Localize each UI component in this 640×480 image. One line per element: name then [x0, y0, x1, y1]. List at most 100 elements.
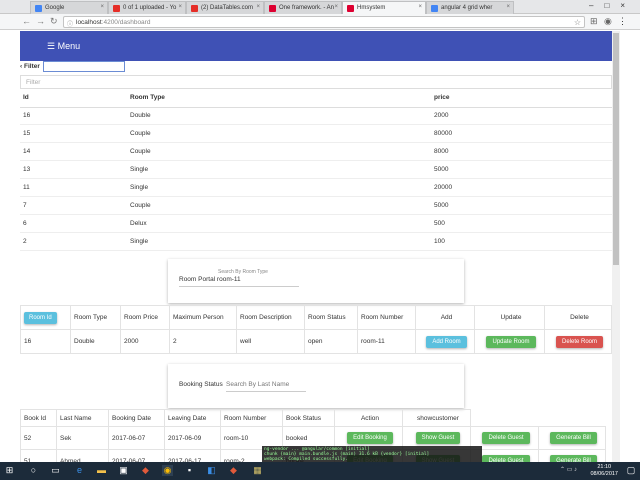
browser-tab[interactable]: angular 4 grid wher × [426, 1, 514, 14]
app-icon[interactable]: ◆ [228, 465, 239, 476]
angular-favicon-icon [347, 5, 354, 12]
generate-bill-button[interactable]: Generate Bill [550, 432, 597, 444]
browser-tab[interactable]: 0 of 1 uploaded - Yo × [108, 1, 186, 14]
close-tab-icon[interactable]: × [100, 4, 104, 10]
close-tab-icon[interactable]: × [506, 4, 510, 10]
column-header-room-number: Room Number [220, 409, 283, 427]
system-tray-icons[interactable]: ⌃ ▭ ♪ [560, 466, 577, 473]
browser-tab[interactable]: (2) DataTables.com × [186, 1, 264, 14]
store-icon[interactable]: ▣ [118, 465, 129, 476]
room-search-label: Search By Room Type [218, 269, 268, 275]
room-table: Room Id Room Type Room Price Maximum Per… [20, 305, 612, 354]
column-header-room-price: Room Price [120, 305, 170, 330]
column-header-id: Id [20, 89, 127, 108]
input-underline [179, 286, 299, 287]
column-header-last-name: Last Name [56, 409, 109, 427]
app-icon[interactable]: ▦ [252, 465, 263, 476]
edge-icon[interactable]: e [74, 465, 85, 476]
add-room-button[interactable]: Add Room [426, 335, 467, 348]
table-row[interactable]: 11 Single 20000 [20, 178, 612, 197]
room-search-card: Search By Room Type Room Portal room-11 [168, 259, 464, 303]
column-header-book-status: Book Status [282, 409, 335, 427]
vscode-icon[interactable]: ◧ [206, 465, 217, 476]
taskbar-clock[interactable]: 21:10 08/06/2017 [590, 464, 618, 478]
terminal-icon[interactable]: ▪ [184, 465, 195, 476]
input-underline [226, 391, 306, 392]
chrome-icon[interactable]: ◉ [162, 465, 173, 476]
page-content: ☰ Menu ‹ Filter Filter Id Room Type pric… [20, 31, 612, 462]
browser-tab[interactable]: One framework. - An × [264, 1, 342, 14]
close-tab-icon[interactable]: × [256, 4, 260, 10]
close-tab-icon[interactable]: × [178, 4, 182, 10]
table-row[interactable]: 16 Double 2000 [20, 107, 612, 126]
column-header-room-number: Room Number [357, 305, 416, 330]
generate-bill-button[interactable]: Generate Bill [550, 455, 597, 462]
close-tab-icon[interactable]: × [334, 4, 338, 10]
edit-booking-button[interactable]: Edit Booking [347, 432, 393, 444]
delete-guest-button[interactable]: Delete Guest [482, 455, 530, 462]
booking-status-label: Booking Status [179, 381, 223, 388]
menu-label: Menu [57, 41, 81, 51]
address-bar[interactable]: ⓘ localhost:4200/dashboard ☆ [63, 16, 585, 28]
table-row[interactable]: 15 Couple 80000 [20, 124, 612, 144]
last-name-search-input[interactable]: Search By Last Name [226, 381, 289, 388]
bookmark-star-icon[interactable]: ☆ [574, 18, 581, 27]
browser-tab-strip: Google × 0 of 1 uploaded - Yo × (2) DataTa… [0, 0, 640, 14]
info-icon: ⓘ [67, 22, 74, 28]
browser-tab-active[interactable]: Hmsystem × [342, 1, 426, 14]
task-view-icon[interactable]: ▭ [50, 465, 61, 476]
column-header-booking-date: Booking Date [108, 409, 165, 427]
terminal-overlay: ng-vendor ... @angular/common [initial] … [262, 446, 482, 462]
column-header-book-id: Book Id [20, 409, 57, 427]
column-header-leaving-date: Leaving Date [164, 409, 221, 427]
table-row[interactable]: 2 Single 100 [20, 232, 612, 251]
scrollbar-thumb[interactable] [613, 33, 619, 265]
windows-start-icon[interactable]: ⊞ [4, 465, 15, 476]
forward-icon[interactable]: → [36, 16, 45, 26]
room-id-sort-button[interactable]: Room Id [24, 311, 57, 324]
room-search-input[interactable]: Room Portal room-11 [179, 276, 241, 283]
extension-icon[interactable]: ⊞ [590, 16, 598, 27]
column-header-delete: Delete [544, 305, 612, 330]
room-types-table: Id Room Type price 16 Double 2000 15 Couple… [20, 89, 612, 251]
back-icon[interactable]: ← [22, 16, 31, 26]
table-row[interactable]: 14 Couple 8000 [20, 142, 612, 162]
youtube-favicon-icon [113, 5, 120, 12]
column-header-room-description: Room Description [236, 305, 305, 330]
table-row[interactable]: 6 Delux 500 [20, 214, 612, 233]
delete-guest-button[interactable]: Delete Guest [482, 432, 530, 444]
filter-input-active[interactable] [43, 61, 125, 72]
page-scrollbar[interactable] [612, 31, 620, 462]
table-row: 16 Double 2000 2 well open room-11 Add R… [20, 329, 612, 354]
window-controls[interactable]: –□× [589, 1, 636, 10]
angular-favicon-icon [269, 5, 276, 12]
top-navbar: ☰ Menu [20, 31, 612, 61]
page-margin-left [0, 31, 20, 462]
app-icon[interactable]: ◆ [140, 465, 151, 476]
column-header-showcustomer: showcustomer [402, 409, 471, 427]
chrome-menu-icon[interactable]: ⋮ [618, 16, 627, 27]
extension-icon[interactable]: ◉ [604, 16, 612, 27]
column-header-action: Action [334, 409, 403, 427]
show-guest-button[interactable]: Show Guest [415, 432, 461, 444]
google-favicon-icon [431, 5, 438, 12]
column-header-room-type: Room Type [127, 89, 431, 108]
delete-room-button[interactable]: Delete Room [555, 335, 603, 348]
notifications-icon[interactable]: ▢ [626, 465, 636, 476]
file-explorer-icon[interactable]: ▬ [96, 465, 107, 476]
update-room-button[interactable]: Update Room [486, 335, 536, 348]
filter-input[interactable]: Filter [20, 75, 612, 89]
close-tab-icon[interactable]: × [418, 4, 422, 10]
windows-taskbar: ⊞ ○ ▭ e ▬ ▣ ◆ ◉ ▪ ◧ ◆ ▦ ⌃ ▭ ♪ 21:10 08/0… [0, 462, 640, 480]
booking-search-card: Booking Status Search By Last Name [168, 364, 464, 408]
column-header-add: Add [415, 305, 475, 330]
table-row[interactable]: 7 Couple 5000 [20, 196, 612, 215]
youtube-favicon-icon [191, 5, 198, 12]
table-row[interactable]: 13 Single 5000 [20, 160, 612, 180]
filter-label: ‹ Filter [20, 63, 40, 70]
reload-icon[interactable]: ↻ [50, 16, 58, 27]
browser-tab[interactable]: Google × [30, 1, 108, 14]
search-icon[interactable]: ○ [28, 465, 39, 476]
hamburger-icon: ☰ [47, 41, 56, 51]
menu-button[interactable]: ☰ Menu [47, 41, 80, 52]
